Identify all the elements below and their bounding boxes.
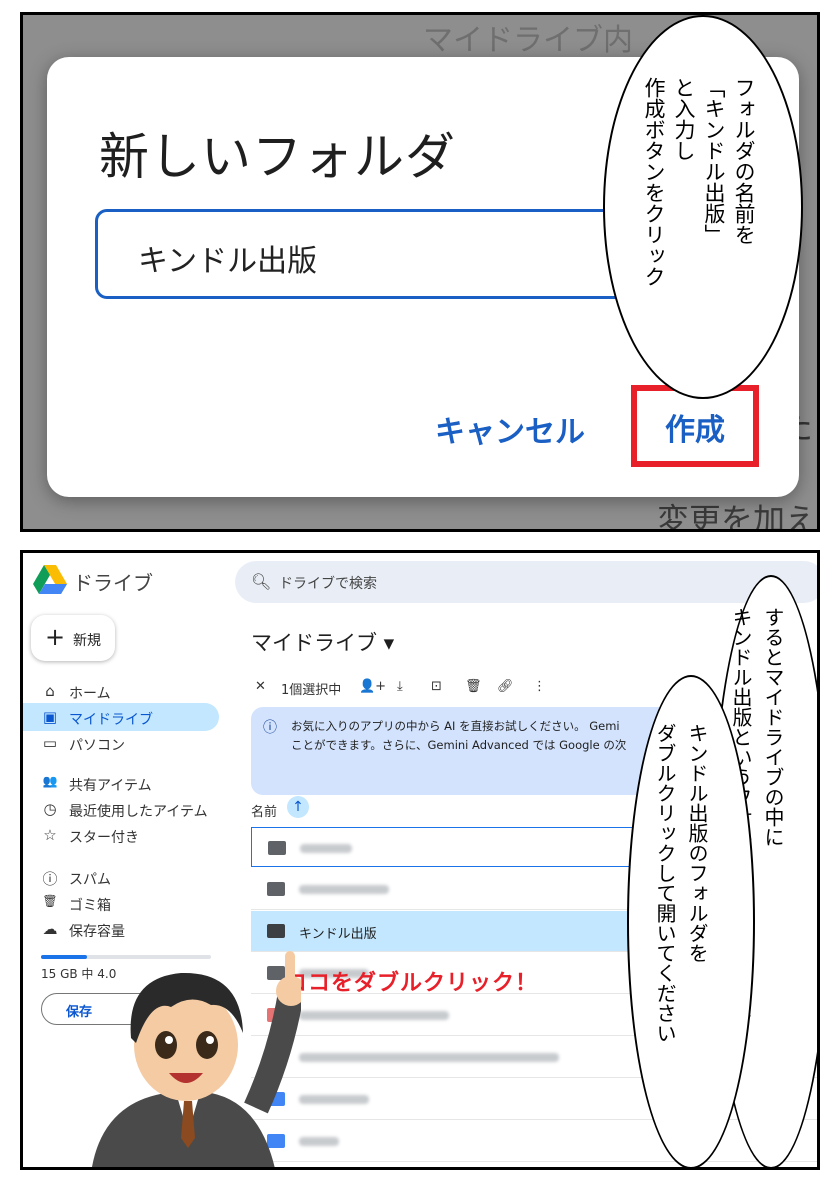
home-icon: ⌂	[45, 682, 55, 700]
sidebar-item-spam[interactable]: ⓘ スパム	[23, 863, 219, 891]
app-name: ドライブ	[73, 571, 153, 595]
more-icon[interactable]: ⋮	[533, 679, 546, 694]
folder-icon	[267, 882, 285, 896]
folder-name-value: キンドル出版	[138, 244, 318, 279]
sidebar-item-label: ゴミ箱	[69, 898, 111, 914]
sidebar-item-label: スパム	[69, 872, 111, 888]
link-icon[interactable]: 🔗︎	[497, 679, 514, 694]
speech-bubble-text: フォルダの名前を 「キンドル出版」 と入力し 作成ボタンをクリック	[639, 77, 759, 287]
page-title[interactable]: マイドライブ ▾	[251, 627, 394, 657]
blurred-file-name	[299, 1137, 339, 1146]
blurred-file-name	[299, 885, 389, 894]
column-header-name[interactable]: 名前	[251, 801, 277, 820]
sidebar-item-home[interactable]: ⌂ ホーム	[23, 677, 219, 705]
banner-text-line2: ことができます。さらに、Gemini Advanced では Google の次	[291, 738, 627, 752]
bubble-line: キンドル出版のフォルダを	[685, 723, 709, 963]
close-selection-icon[interactable]: ✕	[255, 679, 266, 694]
background-heading: マイドライブ内	[423, 23, 633, 58]
recent-icon: ◷	[43, 800, 57, 818]
businessman-character	[92, 951, 301, 1167]
move-icon[interactable]: ⊡	[431, 679, 442, 694]
speech-bubble-instructions: フォルダの名前を 「キンドル出版」 と入力し 作成ボタンをクリック	[603, 15, 803, 399]
sidebar-item-label: 最近使用したアイテム	[69, 804, 208, 820]
trash-icon[interactable]: 🗑	[465, 679, 482, 694]
sidebar-item-label: ホーム	[69, 686, 111, 702]
search-icon: 🔍︎	[251, 572, 272, 591]
new-button-label: 新規	[73, 633, 101, 649]
bubble-line: フォルダの名前を	[732, 77, 756, 245]
folder-icon	[268, 841, 286, 855]
blurred-file-name	[299, 1053, 559, 1062]
share-user-icon[interactable]: 👤+	[359, 679, 386, 694]
search-bar[interactable]: 🔍︎ ドライブで検索	[235, 561, 817, 603]
spam-icon: ⓘ	[42, 870, 58, 888]
speech-bubble-open-folder: キンドル出版のフォルダを ダブルクリックして開いてください	[627, 675, 755, 1167]
sidebar-item-my-drive[interactable]: ▣ マイドライブ	[23, 703, 219, 731]
new-button[interactable]: + 新規	[31, 615, 115, 661]
my-drive-icon: ▣	[42, 708, 58, 726]
comic-panel-dialog: マイドライブ内 た 変更を加え 新しいフォルダ キンドル出版 キャンセル 作成 …	[20, 12, 820, 532]
sort-ascending-icon[interactable]: ↑	[287, 796, 309, 818]
blurred-file-name	[299, 1095, 369, 1104]
bubble-line: 「キンドル出版」	[702, 77, 726, 245]
shared-icon: 👥	[42, 774, 58, 788]
trash-icon: 🗑	[42, 894, 58, 908]
sidebar-item-shared[interactable]: 👥 共有アイテム	[23, 769, 219, 797]
selection-count: 1個選択中	[281, 683, 342, 698]
file-name: キンドル出版	[299, 927, 377, 942]
file-row[interactable]	[251, 1121, 817, 1162]
computer-icon: ▭	[42, 734, 58, 752]
sidebar-item-label: パソコン	[69, 738, 125, 754]
search-placeholder: ドライブで検索	[279, 576, 377, 592]
download-icon[interactable]: ⤓	[397, 679, 403, 694]
double-click-callout: ココをダブルクリック！	[285, 971, 539, 996]
sidebar-item-label: 共有アイテム	[69, 778, 152, 794]
bubble-line: ダブルクリックして開いてください	[653, 723, 677, 1043]
sidebar-item-label: マイドライブ	[69, 712, 153, 728]
dialog-title: 新しいフォルダ	[99, 128, 456, 186]
sidebar-item-trash[interactable]: 🗑 ゴミ箱	[23, 889, 219, 917]
banner-text-line1: お気に入りのアプリの中から AI を直接お試しください。 Gemi	[291, 719, 620, 733]
plus-icon: +	[45, 623, 66, 651]
cloud-icon: ☁	[42, 920, 58, 938]
comic-panel-drive: ドライブ 🔍︎ ドライブで検索 + 新規 ⌂ ホーム ▣ マイドライブ ▭ パソ…	[20, 550, 820, 1170]
cancel-button[interactable]: キャンセル	[435, 407, 585, 451]
sidebar-item-label: スター付き	[69, 830, 139, 846]
sidebar-item-recent[interactable]: ◷ 最近使用したアイテム	[23, 795, 219, 823]
bubble-line: と入力し	[672, 77, 696, 161]
sidebar-item-starred[interactable]: ☆ スター付き	[23, 821, 219, 849]
info-icon: ⓘ	[263, 720, 277, 736]
drive-logo-icon	[33, 565, 67, 594]
blurred-file-name	[299, 1011, 449, 1020]
blurred-file-name	[300, 844, 352, 853]
bubble-line: 作成ボタンをクリック	[642, 77, 666, 287]
star-icon: ☆	[43, 826, 57, 844]
speech-bubble-text: キンドル出版のフォルダを ダブルクリックして開いてください	[649, 723, 713, 1043]
bubble-line: するとマイドライブの中に	[761, 607, 785, 847]
sidebar-item-computers[interactable]: ▭ パソコン	[23, 729, 219, 757]
background-text-bottom: 変更を加え	[656, 501, 817, 532]
